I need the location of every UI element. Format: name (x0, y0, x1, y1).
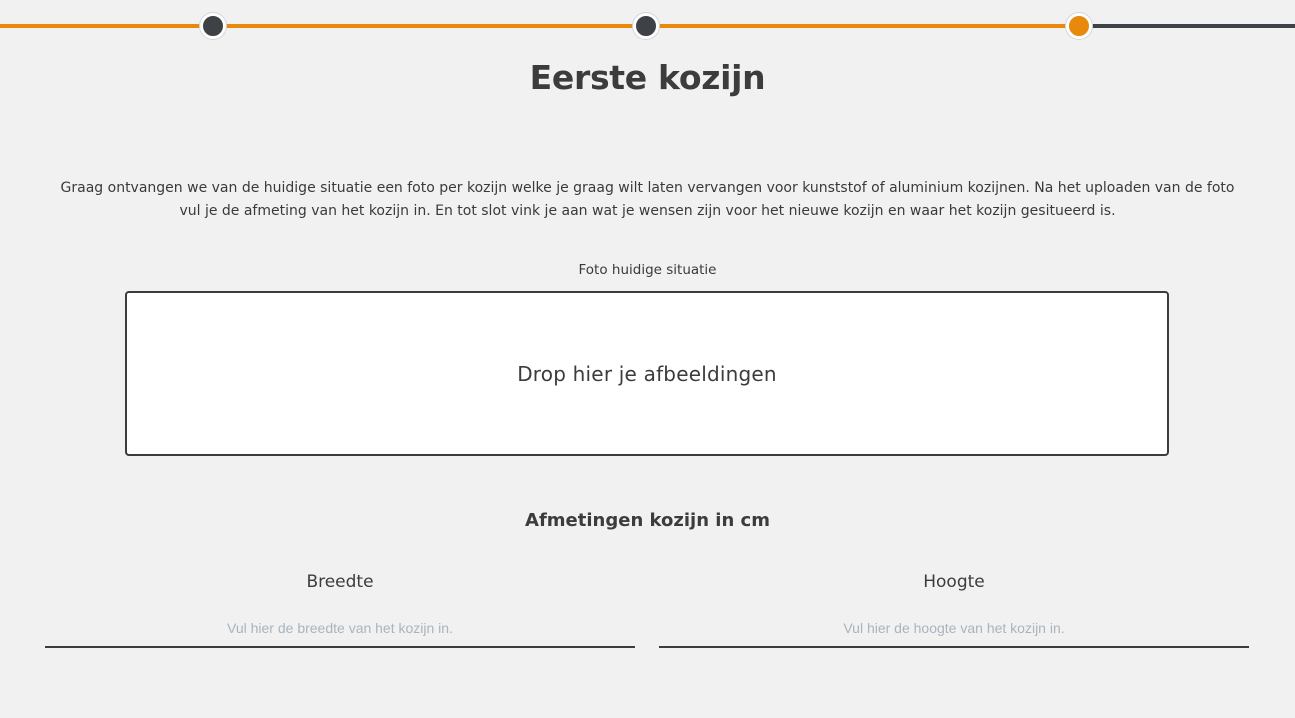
dimensions-title: Afmetingen kozijn in cm (525, 510, 770, 531)
progress-stepper (0, 0, 1295, 52)
image-dropzone[interactable]: Drop hier je afbeeldingen (125, 291, 1169, 456)
width-input[interactable] (45, 610, 635, 648)
page-title: Eerste kozijn (529, 58, 766, 97)
intro-text: Graag ontvangen we van de huidige situat… (60, 180, 1235, 219)
height-field: Hoogte (659, 570, 1249, 650)
photo-label: Foto huidige situatie (578, 262, 717, 278)
step-3-dot[interactable] (1066, 13, 1092, 39)
width-label: Breedte (306, 572, 374, 592)
step-2-dot[interactable] (633, 13, 659, 39)
progress-line-remaining (1080, 24, 1295, 28)
width-field: Breedte (45, 570, 635, 650)
dropzone-text: Drop hier je afbeeldingen (517, 361, 777, 386)
form-page: Eerste kozijn Graag ontvangen we van de … (0, 0, 1295, 718)
height-input[interactable] (659, 610, 1249, 648)
step-1-dot[interactable] (200, 13, 226, 39)
progress-line-completed (0, 24, 1080, 28)
height-label: Hoogte (923, 572, 985, 592)
